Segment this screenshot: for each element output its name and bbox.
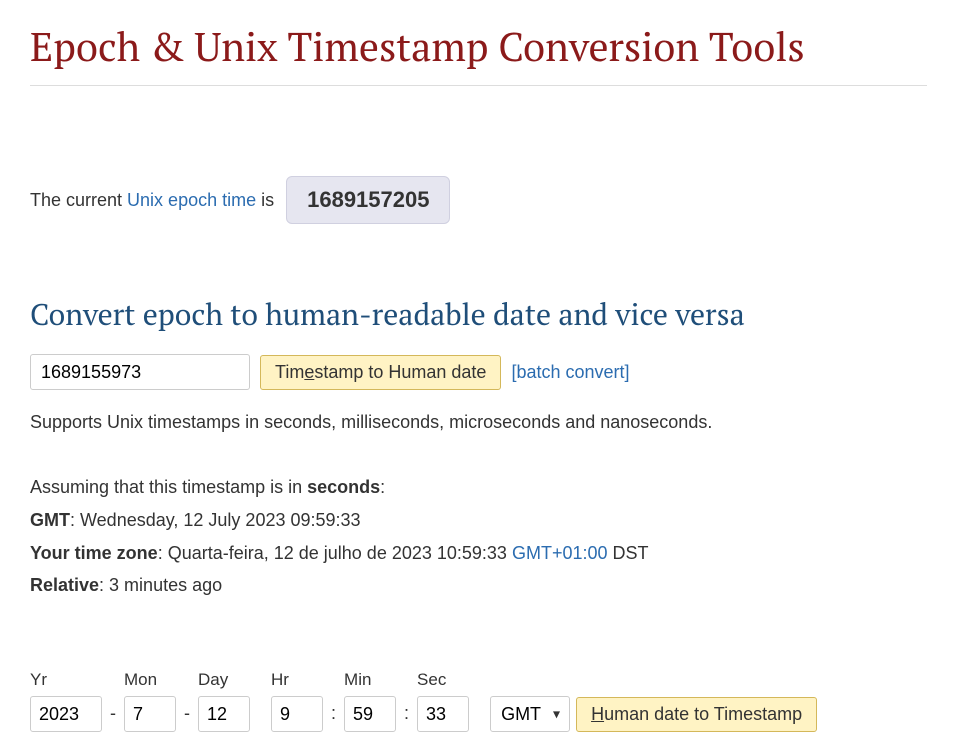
second-label: Sec [417, 670, 469, 690]
gmt-line: GMT: Wednesday, 12 July 2023 09:59:33 [30, 506, 927, 535]
tz-field-label [490, 670, 570, 690]
relative-label: Relative [30, 575, 99, 595]
submit-field-group: Human date to Timestamp [576, 671, 817, 732]
convert-row: Timestamp to Human date [batch convert] [30, 354, 927, 390]
timestamp-input[interactable] [30, 354, 250, 390]
relative-value: : 3 minutes ago [99, 575, 222, 595]
month-input[interactable] [124, 696, 176, 732]
assuming-suffix: : [380, 477, 385, 497]
tz-field-group: GMT [490, 670, 570, 732]
page-title: Epoch & Unix Timestamp Conversion Tools [30, 20, 927, 73]
assuming-line: Assuming that this timestamp is in secon… [30, 473, 927, 502]
relative-line: Relative: 3 minutes ago [30, 571, 927, 600]
minute-input[interactable] [344, 696, 396, 732]
date-fields-row: Yr - Mon - Day Hr : Min : Sec GMT Human … [30, 670, 927, 732]
year-label: Yr [30, 670, 102, 690]
day-input[interactable] [198, 696, 250, 732]
sep-colon-2: : [404, 703, 409, 732]
hour-field-group: Hr [271, 670, 323, 732]
current-epoch-text: The current Unix epoch time is [30, 190, 274, 211]
month-field-group: Mon [124, 670, 176, 732]
hour-label: Hr [271, 670, 323, 690]
assuming-unit: seconds [307, 477, 380, 497]
minute-field-group: Min [344, 670, 396, 732]
second-input[interactable] [417, 696, 469, 732]
day-label: Day [198, 670, 250, 690]
minute-label: Min [344, 670, 396, 690]
unix-epoch-time-link[interactable]: Unix epoch time [127, 190, 256, 210]
gmt-label: GMT [30, 510, 70, 530]
convert-heading: Convert epoch to human-readable date and… [30, 294, 927, 334]
current-prefix: The current [30, 190, 127, 210]
tz-label: Your time zone [30, 543, 158, 563]
timestamp-to-human-button[interactable]: Timestamp to Human date [260, 355, 501, 390]
hour-input[interactable] [271, 696, 323, 732]
second-field-group: Sec [417, 670, 469, 732]
results-block: Assuming that this timestamp is in secon… [30, 473, 927, 600]
current-epoch-value: 1689157205 [286, 176, 450, 224]
submit-label-spacer [576, 671, 817, 691]
human-to-timestamp-button[interactable]: Human date to Timestamp [576, 697, 817, 732]
tz-offset-link[interactable]: GMT+01:00 [512, 543, 608, 563]
year-field-group: Yr [30, 670, 102, 732]
sep-dash-1: - [110, 703, 116, 732]
batch-convert-link[interactable]: [batch convert] [511, 362, 629, 383]
current-suffix: is [256, 190, 274, 210]
day-field-group: Day [198, 670, 250, 732]
gmt-value: : Wednesday, 12 July 2023 09:59:33 [70, 510, 361, 530]
year-input[interactable] [30, 696, 102, 732]
assuming-prefix: Assuming that this timestamp is in [30, 477, 307, 497]
sep-colon-1: : [331, 703, 336, 732]
title-divider [30, 85, 927, 86]
tz-select-wrapper: GMT [490, 696, 570, 732]
sep-space-2 [477, 703, 482, 732]
tz-dst: DST [608, 543, 649, 563]
supports-text: Supports Unix timestamps in seconds, mil… [30, 412, 927, 433]
current-epoch-line: The current Unix epoch time is 168915720… [30, 176, 927, 224]
sep-space [258, 703, 263, 732]
month-label: Mon [124, 670, 176, 690]
tz-value: : Quarta-feira, 12 de julho de 2023 10:5… [158, 543, 512, 563]
sep-dash-2: - [184, 703, 190, 732]
timezone-line: Your time zone: Quarta-feira, 12 de julh… [30, 539, 927, 568]
timezone-select[interactable]: GMT [490, 696, 570, 732]
